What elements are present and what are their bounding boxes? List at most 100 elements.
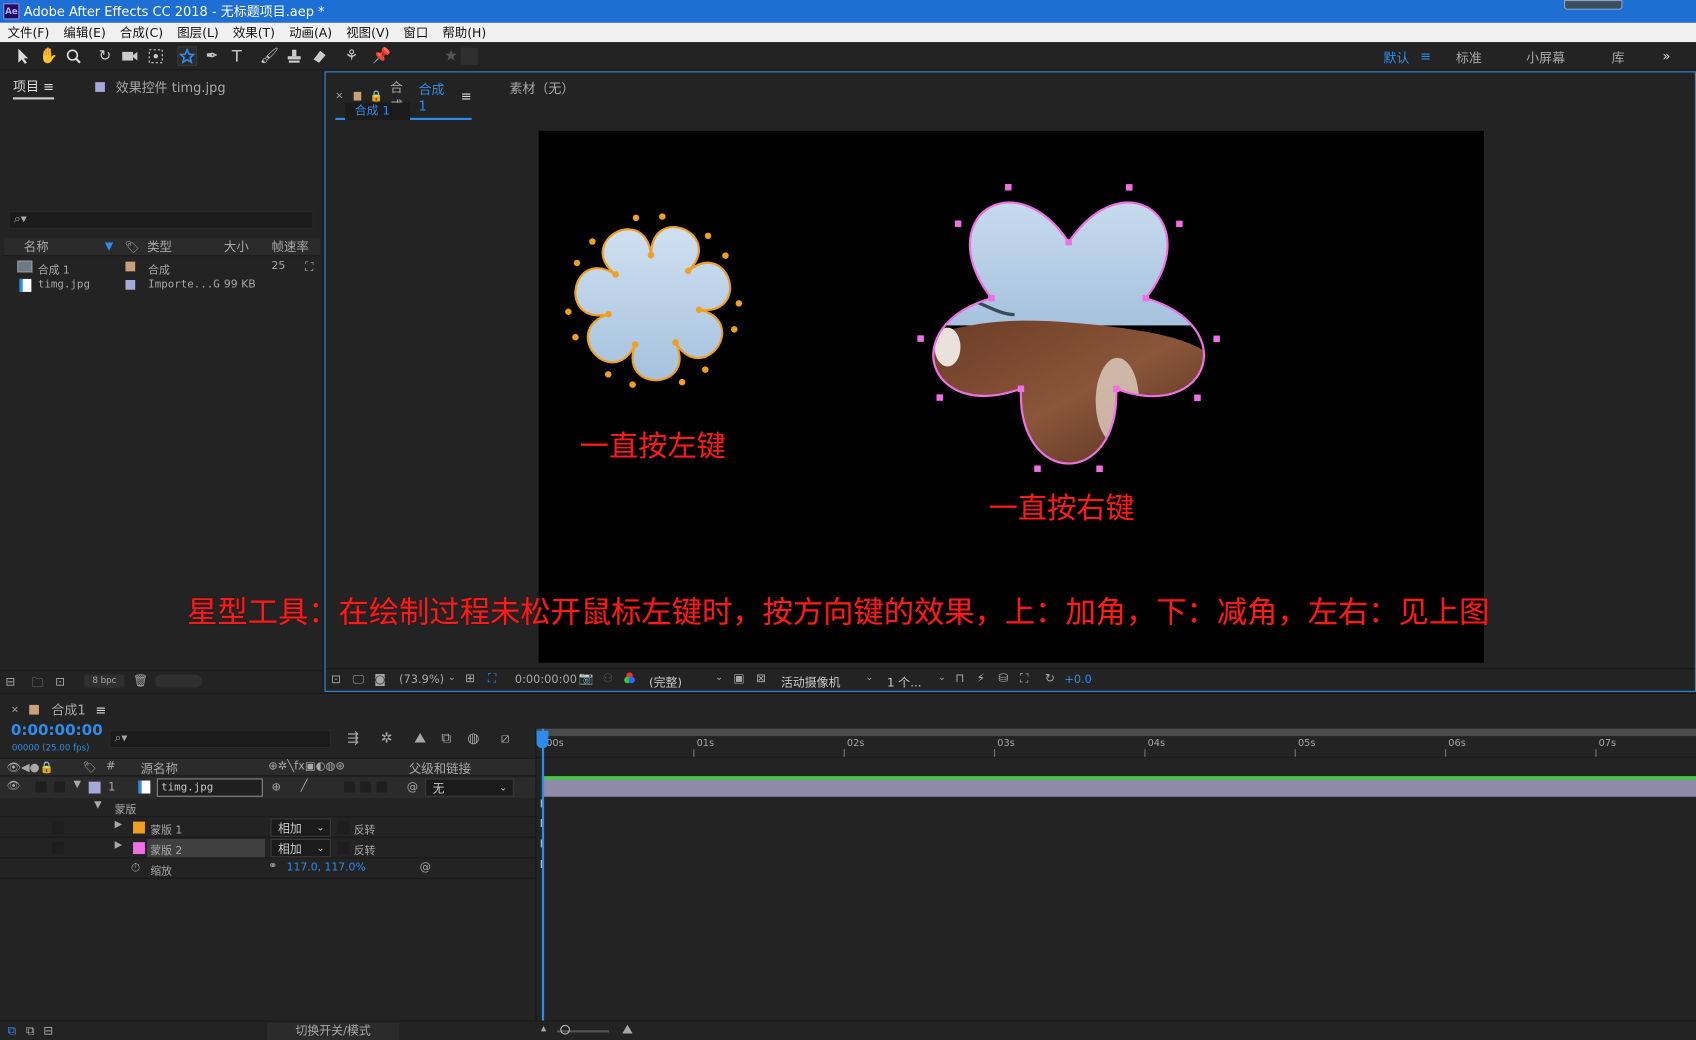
rotate-tool-icon[interactable]: ↻ bbox=[95, 46, 114, 65]
current-time[interactable]: 0:00:00:00 bbox=[515, 674, 577, 687]
col-size[interactable]: 大小 bbox=[224, 238, 249, 255]
show-snapshot-icon[interactable]: ⚇ bbox=[602, 671, 613, 685]
switch-box[interactable] bbox=[376, 781, 388, 793]
mask-1-shape[interactable] bbox=[565, 213, 743, 388]
mask-vertex[interactable] bbox=[936, 394, 943, 401]
eraser-tool-icon[interactable] bbox=[309, 46, 328, 65]
mask-vertex[interactable] bbox=[659, 213, 666, 220]
chevron-down-icon[interactable]: ⌄ bbox=[938, 672, 946, 683]
mask-vertex[interactable] bbox=[1034, 465, 1041, 472]
always-preview-icon[interactable]: ⊡ bbox=[331, 672, 341, 686]
mask-vertex[interactable] bbox=[702, 366, 709, 373]
label-color[interactable] bbox=[88, 781, 101, 794]
mask-color-swatch[interactable] bbox=[133, 821, 145, 834]
layer-duration-bar[interactable] bbox=[541, 776, 1696, 797]
monitor-icon[interactable]: 🖵 bbox=[353, 672, 364, 687]
constrain-link-icon[interactable]: ⚭ bbox=[268, 861, 277, 873]
tab-footage[interactable]: 素材（无） bbox=[509, 79, 574, 97]
time-ruler[interactable]: 00s 01s 02s 03s 04s 05s 06s 07s bbox=[536, 736, 1696, 758]
mask-mode-dropdown[interactable]: 相加 ⌄ bbox=[270, 818, 331, 837]
mask-vertex[interactable] bbox=[722, 252, 729, 259]
mask-vertex[interactable] bbox=[1113, 385, 1120, 393]
star-tool-icon[interactable] bbox=[177, 46, 197, 66]
tab-effect-controls[interactable]: 效果控件 timg.jpg bbox=[95, 78, 226, 96]
workspace-default[interactable]: 默认 bbox=[1383, 49, 1409, 67]
text-tool-icon[interactable]: T bbox=[227, 46, 246, 65]
switch-box[interactable] bbox=[360, 781, 372, 793]
mask-vertex[interactable] bbox=[573, 259, 581, 267]
menu-file[interactable]: 文件(F) bbox=[0, 24, 56, 41]
chevron-down-icon[interactable]: ▼ bbox=[94, 800, 101, 811]
graph-editor-icon[interactable]: ⧄ bbox=[501, 731, 510, 747]
transfer-controls-icon[interactable]: ⧉ bbox=[26, 1024, 35, 1039]
menu-layer[interactable]: 图层(L) bbox=[170, 24, 226, 41]
mask-mode-dropdown[interactable]: 相加 ⌄ bbox=[270, 838, 331, 858]
chevron-down-icon[interactable]: ▼ bbox=[74, 779, 81, 790]
chevron-down-icon[interactable]: ⌄ bbox=[865, 672, 873, 683]
workspace-library[interactable]: 库 bbox=[1612, 49, 1625, 67]
mask-vertex[interactable] bbox=[672, 339, 679, 346]
list-item[interactable]: 合成 1 合成 25 ⛶ bbox=[4, 258, 320, 277]
shy-layers-icon[interactable]: ⛰ bbox=[414, 731, 426, 747]
list-item[interactable]: timg.jpg Importe...G 99 KB bbox=[4, 277, 320, 295]
timeline-search-input[interactable]: ⌕▾ bbox=[109, 729, 331, 749]
mask-vertex[interactable] bbox=[1125, 184, 1133, 191]
resolution-dropdown[interactable]: (完整) bbox=[649, 674, 682, 691]
breadcrumb[interactable]: 合成 1 bbox=[345, 102, 410, 121]
expression-pickwhip-icon[interactable]: @ bbox=[420, 861, 431, 874]
mask-vertex[interactable] bbox=[1194, 394, 1201, 402]
mask-vertex[interactable] bbox=[1142, 295, 1150, 302]
pickwhip-icon[interactable]: @ bbox=[407, 781, 418, 794]
workspace-standard[interactable]: 标准 bbox=[1456, 49, 1482, 67]
bpc-button[interactable]: 8 bpc bbox=[84, 674, 125, 688]
table-row[interactable]: ▶ 蒙版 1 相加 ⌄ 反转 bbox=[0, 817, 536, 838]
table-row[interactable]: 👁 ▼ 1 timg.jpg ⊕ ╱ @ 无 ⌄ bbox=[0, 777, 536, 798]
mask-vertex[interactable] bbox=[1017, 385, 1025, 393]
mask-vertex[interactable] bbox=[605, 371, 612, 378]
stopwatch-icon[interactable]: ⏱ bbox=[131, 861, 140, 876]
zoom-tool-icon[interactable] bbox=[64, 46, 83, 65]
thumbnail-slider[interactable] bbox=[154, 674, 203, 688]
color-channels-icon[interactable] bbox=[623, 671, 636, 687]
invert-checkbox[interactable] bbox=[337, 842, 350, 855]
clone-stamp-tool-icon[interactable] bbox=[284, 46, 303, 65]
flowchart-icon[interactable]: ⛶ bbox=[305, 259, 313, 274]
puppet-tool-icon[interactable]: 📌 bbox=[372, 46, 391, 65]
selection-tool-icon[interactable] bbox=[13, 46, 32, 65]
zoom-slider-thumb[interactable] bbox=[560, 1024, 571, 1035]
col-type[interactable]: 类型 bbox=[147, 238, 172, 255]
menu-view[interactable]: 视图(V) bbox=[339, 24, 396, 41]
masks-group-row[interactable]: ▼ 蒙版 bbox=[0, 798, 536, 818]
window-controls[interactable] bbox=[1564, 0, 1623, 10]
mask-vertex[interactable] bbox=[647, 251, 655, 259]
playhead-handle[interactable] bbox=[536, 730, 549, 749]
brush-tool-icon[interactable]: 🖌 bbox=[260, 46, 279, 65]
col-fps[interactable]: 帧速率 bbox=[271, 238, 308, 255]
mask-vertex[interactable] bbox=[632, 214, 640, 222]
switch-box[interactable] bbox=[343, 781, 355, 793]
mask-visibility-icon[interactable]: ⛶ bbox=[488, 671, 496, 686]
toggle-switches-modes-button[interactable]: 切换开关/模式 bbox=[267, 1022, 400, 1040]
views-dropdown[interactable]: 1 个... bbox=[887, 674, 922, 691]
mask-vertex[interactable] bbox=[917, 335, 924, 342]
mask-vertex[interactable] bbox=[695, 306, 703, 313]
pen-tool-icon[interactable]: ✒ bbox=[202, 46, 221, 65]
mask-vertex[interactable] bbox=[684, 267, 692, 275]
flowchart-icon[interactable]: ⛶ bbox=[1020, 671, 1028, 686]
shy-switch-icon[interactable]: ⊕ bbox=[271, 781, 281, 794]
parent-dropdown[interactable]: 无 ⌄ bbox=[425, 778, 514, 797]
fast-preview-icon[interactable]: ⚡ bbox=[977, 671, 985, 685]
menu-composition[interactable]: 合成(C) bbox=[112, 24, 169, 41]
viewer-canvas[interactable] bbox=[539, 131, 1484, 663]
mask-vertex[interactable] bbox=[631, 341, 639, 348]
snapshot-icon[interactable]: 📷 bbox=[579, 671, 594, 685]
comp-viewer[interactable]: 一直按左键 一直按右键 bbox=[538, 130, 1485, 663]
mask-name[interactable]: 蒙版 2 bbox=[150, 841, 182, 857]
label-color[interactable] bbox=[125, 280, 136, 290]
mask-vertex[interactable] bbox=[678, 378, 686, 386]
lock-switch[interactable] bbox=[54, 781, 65, 793]
col-name[interactable]: 名称 bbox=[24, 238, 49, 255]
chevron-down-icon[interactable]: ⌄ bbox=[448, 672, 456, 683]
tab-project[interactable]: 项目 ≡ bbox=[12, 77, 54, 100]
col-source-name[interactable]: 源名称 bbox=[141, 760, 178, 777]
